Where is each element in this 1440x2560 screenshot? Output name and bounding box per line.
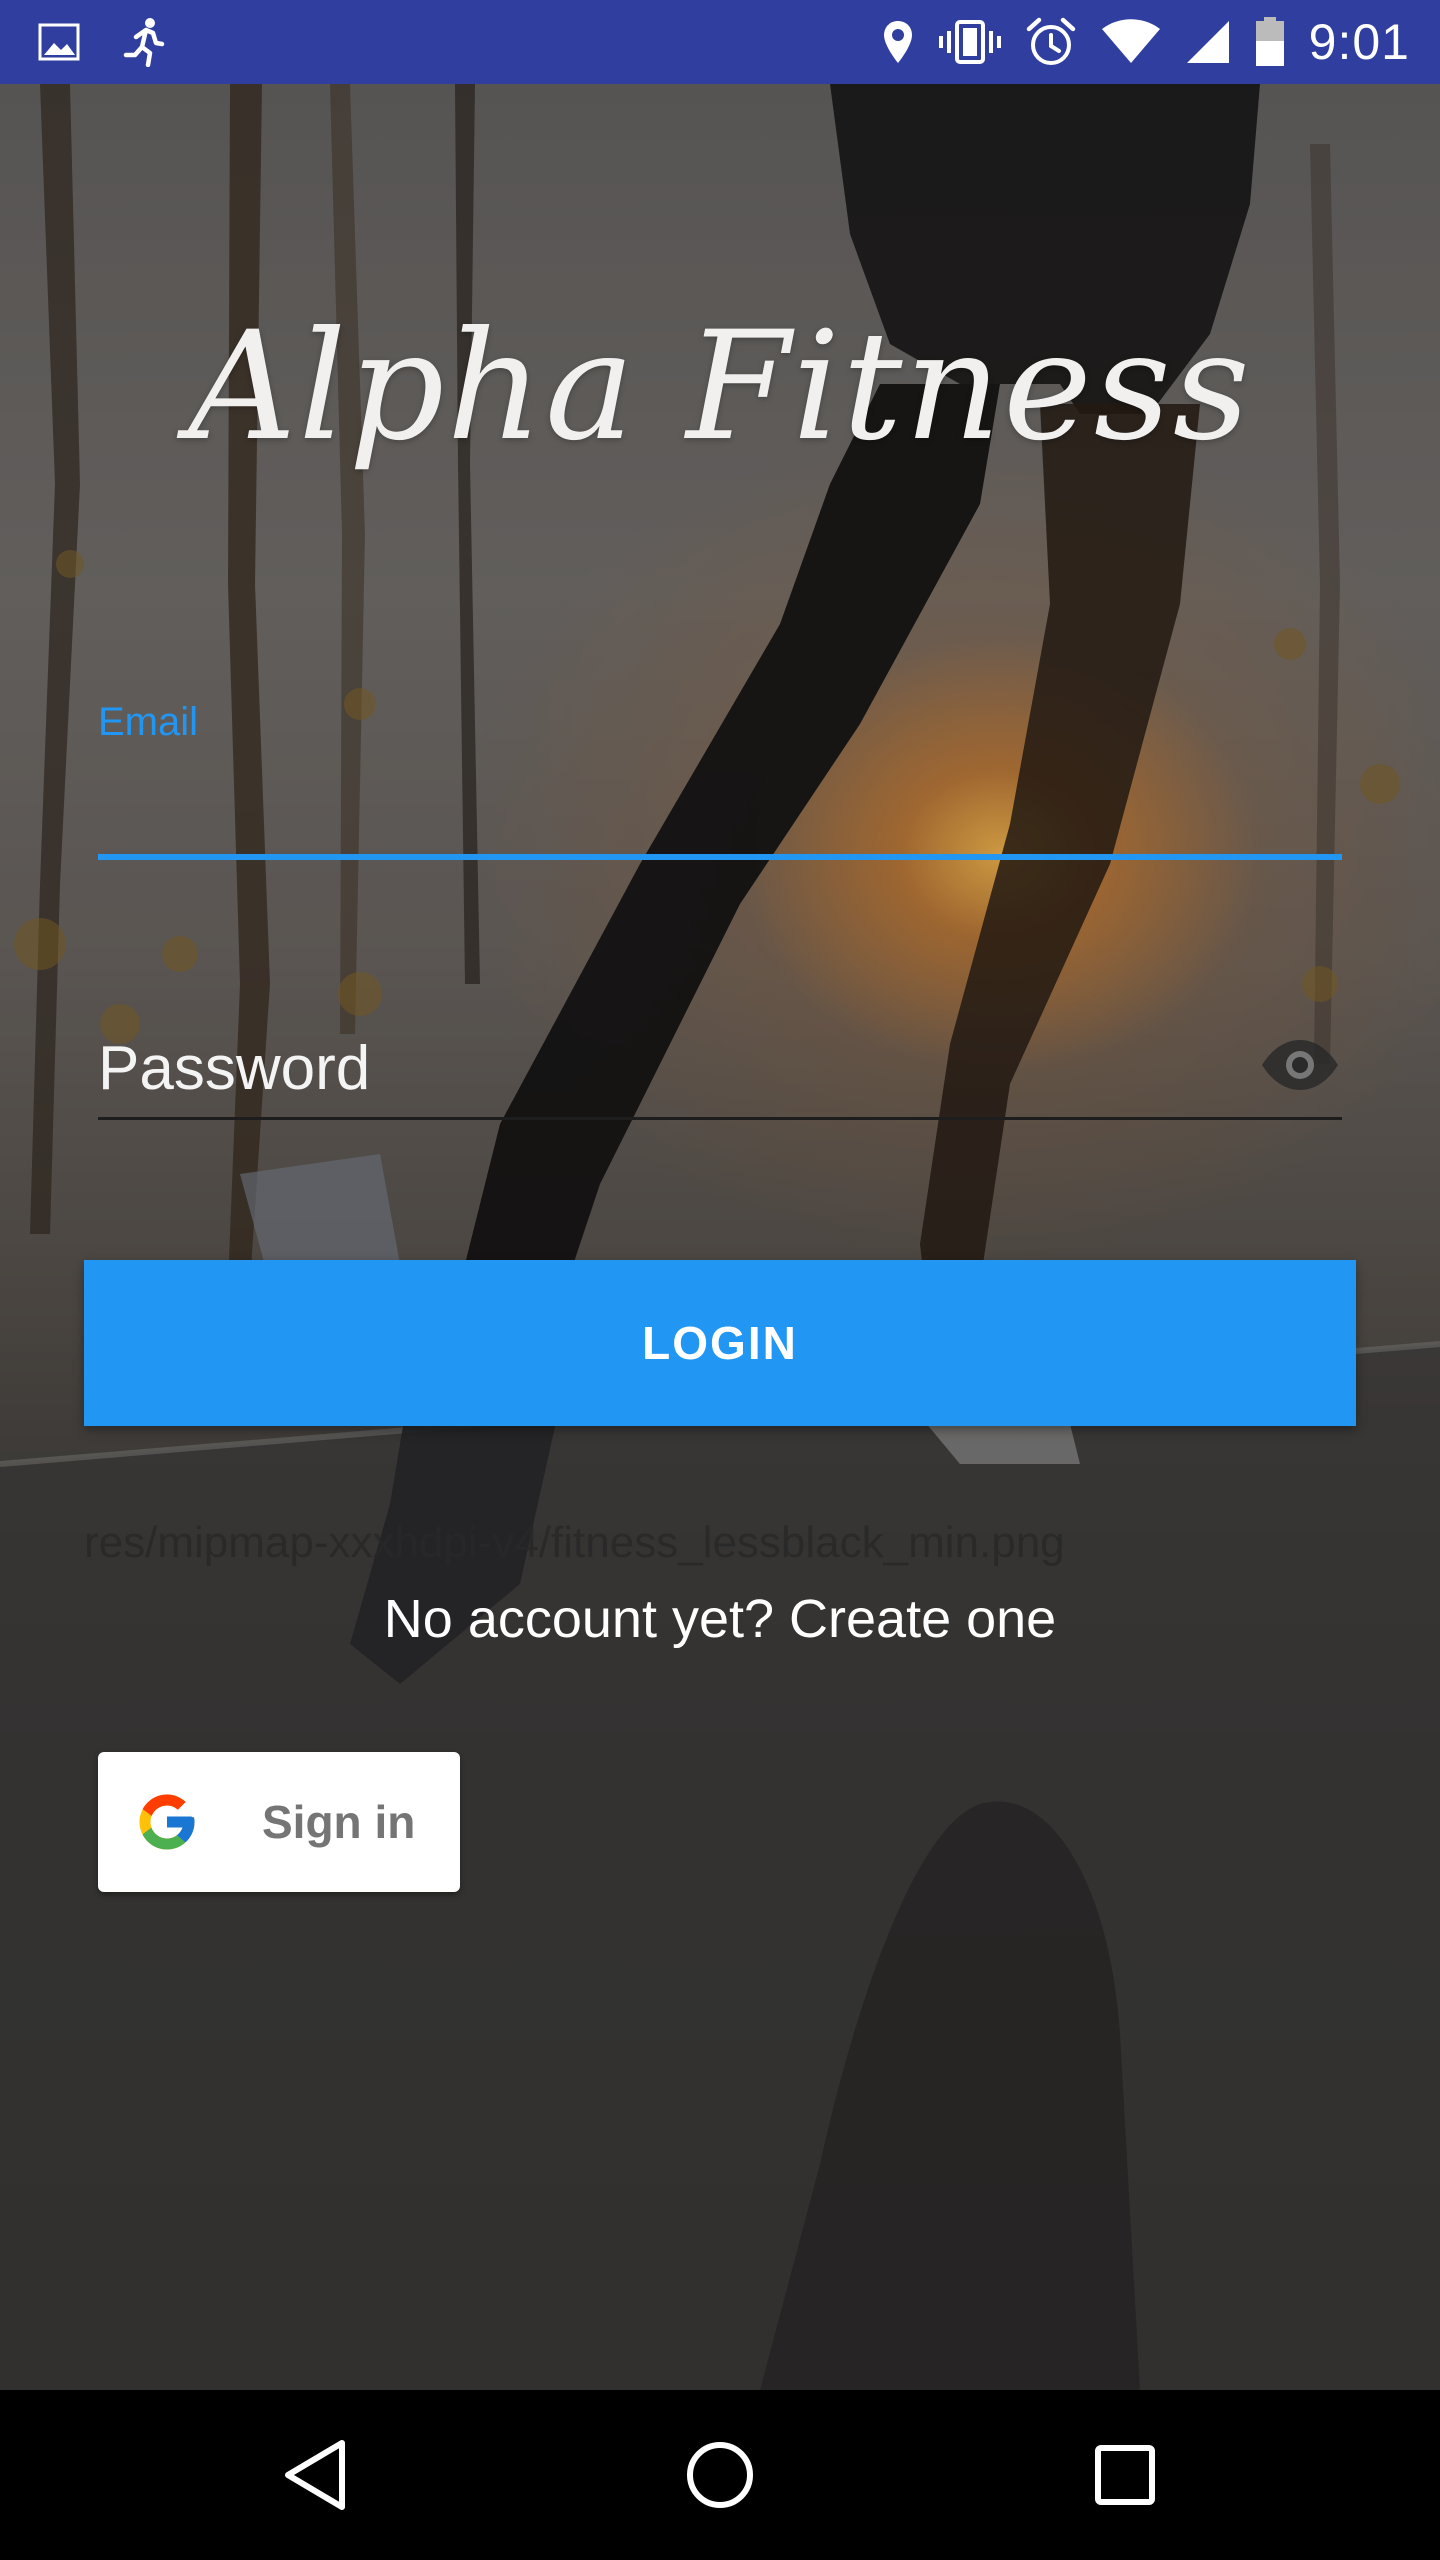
password-field[interactable] <box>98 1020 1342 1120</box>
back-icon[interactable] <box>270 2430 360 2520</box>
status-time: 9:01 <box>1308 14 1410 70</box>
recents-icon[interactable] <box>1080 2430 1170 2520</box>
navigation-bar <box>0 2390 1440 2560</box>
signal-icon <box>1185 19 1231 65</box>
resource-path-text: res/mipmap-xxxhdpi-v4/fitness_lessblack_… <box>84 1518 1065 1567</box>
email-field[interactable] <box>98 760 1342 860</box>
status-bar-left <box>38 17 208 67</box>
create-account-link[interactable]: No account yet? Create one <box>0 1588 1440 1650</box>
running-icon <box>122 17 166 67</box>
location-icon <box>881 19 915 65</box>
email-label: Email <box>98 700 199 744</box>
google-sign-in-button[interactable]: Sign in <box>98 1752 460 1892</box>
home-icon[interactable] <box>675 2430 765 2520</box>
battery-icon <box>1255 17 1285 67</box>
alarm-icon <box>1025 17 1077 67</box>
image-icon <box>38 23 80 61</box>
google-sign-in-label: Sign in <box>262 1796 416 1848</box>
login-button[interactable]: LOGIN <box>84 1260 1356 1426</box>
status-bar-right: 9:01 <box>857 13 1410 71</box>
google-logo-icon <box>134 1789 200 1855</box>
wifi-icon <box>1101 19 1161 65</box>
app-logo-title: Alpha Fitness <box>188 300 1252 474</box>
screen: 9:01 Alpha Fitness Email LOGIN res/mipma… <box>0 0 1440 2560</box>
status-bar: 9:01 <box>0 0 1440 84</box>
vibrate-icon <box>938 19 1001 65</box>
password-visibility-icon[interactable] <box>1258 1030 1342 1100</box>
